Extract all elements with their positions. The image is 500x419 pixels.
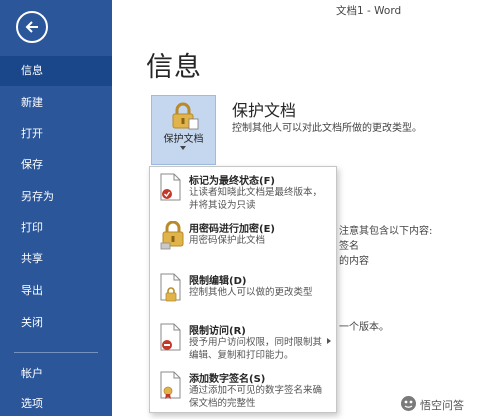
inspect-text: 注意其包含以下内容: bbox=[339, 226, 433, 237]
nav-item-share[interactable]: 共享 bbox=[0, 244, 112, 274]
dropdown-caret-icon bbox=[180, 146, 186, 150]
watermark-logo-icon bbox=[401, 396, 416, 411]
protect-document-label: 保护文档 bbox=[163, 134, 204, 145]
restrict-editing-icon bbox=[160, 273, 181, 302]
menu-item-description: 控制其他人可以做的更改类型 bbox=[189, 287, 313, 298]
nav-item-account[interactable]: 帐户 bbox=[0, 359, 112, 389]
menu-item-title: 用密码进行加密(E) bbox=[189, 224, 275, 235]
inspect-item-signature: 签名 bbox=[339, 241, 359, 252]
protect-section-description: 控制其他人可以对此文档所做的更改类型。 bbox=[232, 123, 422, 134]
protect-document-button[interactable]: 保护文档 bbox=[151, 95, 216, 165]
digital-signature-icon bbox=[160, 371, 181, 399]
menu-item-description: 通过添加不可见的数字签名来确保文档的完整性 bbox=[189, 385, 323, 409]
versions-text: 一个版本。 bbox=[339, 322, 389, 333]
menu-item-restrict-editing[interactable]: 限制编辑(D) 控制其他人可以做的更改类型 bbox=[150, 267, 336, 315]
submenu-arrow-icon bbox=[327, 338, 331, 344]
protect-section-heading: 保护文档 bbox=[232, 101, 297, 120]
restrict-access-icon bbox=[160, 323, 181, 351]
inspect-item-content: 的内容 bbox=[339, 256, 369, 267]
menu-item-title: 限制编辑(D) bbox=[189, 276, 247, 287]
lock-icon bbox=[172, 102, 199, 130]
menu-item-description: 用密码保护此文档 bbox=[189, 235, 266, 246]
nav-item-export[interactable]: 导出 bbox=[0, 276, 112, 306]
nav-item-close[interactable]: 关闭 bbox=[0, 308, 112, 338]
back-arrow-icon bbox=[25, 21, 38, 33]
backstage-nav: 信息 新建 打开 保存 另存为 打印 共享 导出 关闭 帐户 选项 bbox=[0, 0, 112, 416]
mark-final-document-icon bbox=[160, 173, 181, 201]
menu-item-description: 授予用户访问权限，同时限制其编辑、复制和打印能力。 bbox=[189, 337, 323, 361]
menu-item-restrict-access[interactable]: 限制访问(R) 授予用户访问权限，同时限制其编辑、复制和打印能力。 bbox=[150, 317, 336, 365]
nav-item-open[interactable]: 打开 bbox=[0, 119, 112, 149]
menu-item-title: 标记为最终状态(F) bbox=[189, 176, 275, 187]
menu-item-description: 让读者知晓此文档是最终版本，并将其设为只读 bbox=[189, 187, 323, 211]
menu-item-encrypt-password[interactable]: 用密码进行加密(E) 用密码保护此文档 bbox=[150, 215, 336, 263]
menu-item-title: 添加数字签名(S) bbox=[189, 374, 266, 385]
nav-item-print[interactable]: 打印 bbox=[0, 213, 112, 243]
nav-item-options[interactable]: 选项 bbox=[0, 389, 112, 419]
window-title: 文档1 - Word bbox=[336, 5, 402, 17]
watermark-text: 悟空问答 bbox=[420, 399, 464, 412]
menu-item-title: 限制访问(R) bbox=[189, 326, 246, 337]
nav-item-save-as[interactable]: 另存为 bbox=[0, 182, 112, 212]
protect-document-menu: 标记为最终状态(F) 让读者知晓此文档是最终版本，并将其设为只读 用密码进行加密… bbox=[149, 166, 337, 413]
menu-item-mark-final[interactable]: 标记为最终状态(F) 让读者知晓此文档是最终版本，并将其设为只读 bbox=[150, 167, 336, 215]
nav-item-new[interactable]: 新建 bbox=[0, 88, 112, 118]
key-lock-icon bbox=[160, 221, 184, 250]
nav-divider bbox=[14, 352, 98, 353]
menu-item-digital-signature[interactable]: 添加数字签名(S) 通过添加不可见的数字签名来确保文档的完整性 bbox=[150, 365, 336, 413]
back-button[interactable] bbox=[16, 11, 48, 43]
nav-item-info[interactable]: 信息 bbox=[0, 56, 112, 86]
page-title: 信息 bbox=[146, 52, 202, 83]
nav-item-save[interactable]: 保存 bbox=[0, 150, 112, 180]
